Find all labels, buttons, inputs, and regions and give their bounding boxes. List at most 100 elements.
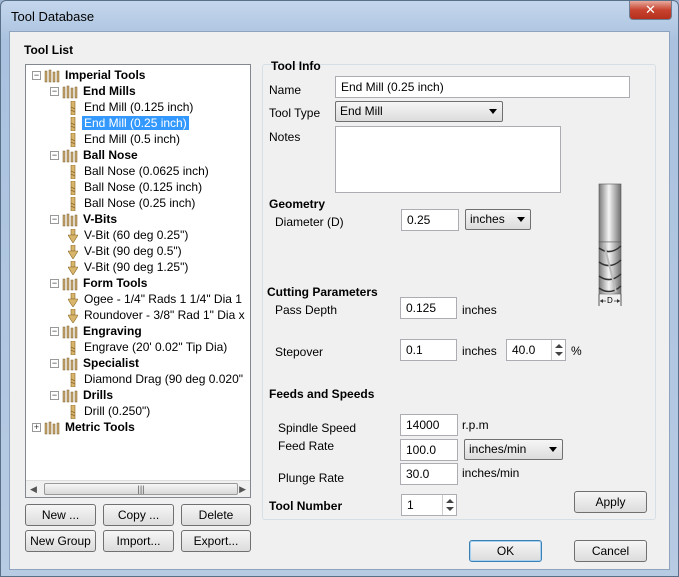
stepover-field[interactable]: 0.1 [400, 339, 457, 361]
spin-down-icon[interactable] [446, 507, 454, 511]
tree-tool-item[interactable]: Drill (0.250") [68, 403, 152, 419]
tree-item-label: Ball Nose (0.0625 inch) [84, 164, 209, 178]
tool-group-icon [62, 389, 78, 403]
collapse-icon[interactable]: − [32, 71, 41, 81]
tree-root-item[interactable]: − Imperial Tools [32, 67, 147, 83]
tree-tool-item[interactable]: V-Bit (90 deg 1.25") [68, 259, 190, 275]
plunge-rate-label: Plunge Rate [278, 471, 345, 485]
tool-database-window: Tool Database ✕ Tool List ◀ ||| ▶ − Imper… [0, 0, 679, 577]
tree-tool-item[interactable]: End Mill (0.25 inch) [68, 115, 189, 131]
tree-item-label: V-Bits [83, 212, 118, 226]
end-mill-icon [70, 164, 76, 179]
spin-up-icon[interactable] [555, 344, 563, 348]
tool-type-value: End Mill [340, 104, 383, 118]
tree-group-item[interactable]: − Form Tools [50, 275, 149, 291]
tree-tool-item[interactable]: Diamond Drag (90 deg 0.020" [68, 371, 245, 387]
feed-rate-units-select[interactable]: inches/min [464, 439, 563, 460]
name-field[interactable]: End Mill (0.25 inch) [335, 76, 630, 98]
diameter-field[interactable]: 0.25 [401, 209, 459, 231]
plunge-rate-field[interactable]: 30.0 [400, 463, 458, 485]
tree-group-item[interactable]: − Engraving [50, 323, 144, 339]
plunge-rate-units: inches/min [462, 466, 520, 480]
tree-group-item[interactable]: − End Mills [50, 83, 138, 99]
tool-type-select[interactable]: End Mill [335, 101, 503, 122]
tree-tool-item[interactable]: Ogee - 1/4" Rads 1 1/4" Dia 1 [68, 291, 244, 307]
feeds-speeds-title: Feeds and Speeds [269, 387, 375, 401]
tool-number-label: Tool Number [269, 499, 343, 513]
form-tool-icon [68, 292, 78, 307]
expand-icon[interactable]: + [32, 423, 41, 433]
stepover-percent-stepper[interactable]: 40.0 [506, 339, 566, 361]
scroll-left-icon[interactable]: ◀ [30, 484, 37, 495]
tool-info-title: Tool Info [271, 59, 321, 73]
notes-field[interactable] [335, 126, 561, 193]
form-tool-icon [68, 308, 78, 323]
spin-up-icon[interactable] [446, 499, 454, 503]
pass-depth-field[interactable]: 0.125 [400, 297, 457, 319]
scrollbar-thumb[interactable]: ||| [44, 483, 238, 495]
scroll-right-icon[interactable]: ▶ [239, 484, 246, 495]
tree-tool-item[interactable]: Roundover - 3/8" Rad 1" Dia x [68, 307, 247, 323]
apply-button[interactable]: Apply [574, 491, 647, 513]
tree-tool-item[interactable]: Ball Nose (0.125 inch) [68, 179, 204, 195]
tree-item-label: Ball Nose [83, 148, 138, 162]
collapse-icon[interactable]: − [50, 327, 59, 337]
tree-horizontal-scrollbar[interactable]: ◀ ||| ▶ [26, 480, 250, 497]
collapse-icon[interactable]: − [50, 279, 59, 289]
tree-item-label: Roundover - 3/8" Rad 1" Dia x [84, 308, 245, 322]
tool-group-icon [62, 149, 78, 163]
spin-buttons[interactable] [442, 495, 456, 515]
tool-group-icon [62, 85, 78, 99]
new-group-button[interactable]: New Group [25, 530, 96, 552]
feed-rate-label: Feed Rate [278, 439, 335, 453]
tree-item-label: Engraving [83, 324, 142, 338]
collapse-icon[interactable]: − [50, 359, 59, 369]
export-button[interactable]: Export... [181, 530, 251, 552]
tool-number-stepper[interactable]: 1 [401, 494, 457, 516]
tool-tree[interactable]: ◀ ||| ▶ − Imperial Tools − End Mills End Mil… [25, 64, 251, 498]
tree-item-label: Imperial Tools [65, 68, 146, 82]
end-mill-icon [70, 116, 76, 131]
spindle-speed-field[interactable]: 14000 [400, 414, 458, 436]
copy-tool-button[interactable]: Copy ... [103, 504, 174, 526]
collapse-icon[interactable]: − [50, 151, 59, 161]
diameter-units-select[interactable]: inches [465, 209, 531, 230]
tree-item-label: Metric Tools [65, 420, 135, 434]
diagram-diameter-label: D [606, 296, 614, 305]
tree-root-item[interactable]: + Metric Tools [32, 419, 137, 435]
spin-down-icon[interactable] [555, 352, 563, 356]
tree-tool-item[interactable]: Ball Nose (0.25 inch) [68, 195, 197, 211]
cancel-button[interactable]: Cancel [574, 540, 647, 562]
end-mill-icon [70, 100, 76, 115]
tree-item-label: Diamond Drag (90 deg 0.020" [84, 372, 244, 386]
tree-tool-item[interactable]: V-Bit (90 deg 0.5") [68, 243, 184, 259]
tree-group-item[interactable]: − V-Bits [50, 211, 119, 227]
spin-buttons[interactable] [551, 340, 565, 360]
tree-tool-item[interactable]: End Mill (0.5 inch) [68, 131, 182, 147]
tree-item-label: End Mill (0.5 inch) [84, 132, 181, 146]
tree-tool-item[interactable]: End Mill (0.125 inch) [68, 99, 195, 115]
new-tool-button[interactable]: New ... [25, 504, 96, 526]
tree-group-item[interactable]: − Ball Nose [50, 147, 140, 163]
close-window-button[interactable]: ✕ [629, 1, 672, 20]
tree-group-item[interactable]: − Drills [50, 387, 115, 403]
chevron-down-icon [517, 217, 525, 222]
tree-item-label: Ball Nose (0.125 inch) [84, 180, 203, 194]
feed-rate-field[interactable]: 100.0 [400, 439, 458, 461]
collapse-icon[interactable]: − [50, 87, 59, 97]
collapse-icon[interactable]: − [50, 215, 59, 225]
ok-button[interactable]: OK [469, 540, 542, 562]
tree-tool-item[interactable]: Engrave (20' 0.02" Tip Dia) [68, 339, 229, 355]
title-bar[interactable]: Tool Database ✕ [1, 1, 678, 31]
tree-group-item[interactable]: − Specialist [50, 355, 141, 371]
delete-tool-button[interactable]: Delete [181, 504, 251, 526]
end-mill-icon [70, 404, 76, 419]
pass-depth-label: Pass Depth [275, 303, 338, 317]
tree-tool-item[interactable]: Ball Nose (0.0625 inch) [68, 163, 211, 179]
window-title: Tool Database [11, 9, 95, 24]
collapse-icon[interactable]: − [50, 391, 59, 401]
tree-tool-item[interactable]: V-Bit (60 deg 0.25") [68, 227, 190, 243]
import-button[interactable]: Import... [103, 530, 174, 552]
end-mill-icon [70, 372, 76, 387]
pass-depth-units: inches [462, 303, 497, 317]
